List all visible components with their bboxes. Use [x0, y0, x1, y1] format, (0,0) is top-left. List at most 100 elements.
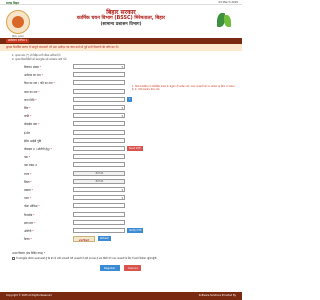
- form-row: पिनकोड *: [0, 211, 242, 219]
- gov-title: बिहार सरकार: [106, 9, 136, 16]
- verify-otp-button[interactable]: Verify OTP: [127, 228, 144, 233]
- field-label-text: पिता का नाम / पति का नाम: [24, 81, 53, 86]
- send-otp-button[interactable]: Send OTP: [127, 146, 143, 151]
- field-label: कैप्चा *: [24, 237, 32, 241]
- department-subtitle: (सामान्य प्रशासन विभाग): [100, 22, 142, 27]
- text-field[interactable]: [73, 203, 125, 209]
- copyright: Copyright © 2025 All Rights Reserved: [6, 294, 52, 297]
- form-row: आवेदक का नाम *: [0, 72, 242, 79]
- field-label-text: पता लाइन 2: [24, 163, 38, 168]
- declaration-question: अपना विवरण (एक निर्मित वचन) *: [12, 252, 46, 255]
- text-field[interactable]: [73, 162, 125, 168]
- field-label: मोबाईल नंबर *: [24, 122, 39, 126]
- text-field[interactable]: [73, 137, 125, 143]
- form-row: ग्राम/नगर *: [0, 219, 242, 227]
- form-row: मोबाइल नं. (ओटीपी हेतु) * Send OTP: [0, 146, 242, 153]
- required-marker: *: [40, 73, 43, 78]
- text-field[interactable]: [73, 154, 125, 160]
- text-field[interactable]: [73, 228, 125, 233]
- form-actions: Register Cancel: [0, 265, 242, 273]
- text-field[interactable]: [73, 129, 125, 135]
- required-marker: *: [28, 106, 31, 110]
- field-label: ई-मेल: [24, 131, 30, 135]
- form-row: पोस्ट ऑफिस *: [0, 203, 242, 210]
- green-leaf-logo-icon: [214, 11, 234, 31]
- form-row: जन्म तिथि *?: [0, 96, 242, 104]
- select-field[interactable]: [73, 64, 125, 69]
- field-label: पिनकोड *: [24, 213, 35, 217]
- captcha-refresh-button[interactable]: Refresh: [98, 236, 112, 242]
- form-row: जिला * BIHAR: [0, 178, 242, 186]
- form-row: मोबाईल नंबर *: [0, 121, 242, 128]
- form-row: ईमेल आईडी पुष्टि: [0, 137, 242, 145]
- required-marker: *: [37, 122, 40, 127]
- field-label: जन्म तिथि *: [24, 98, 37, 102]
- text-field[interactable]: [73, 211, 125, 217]
- required-marker: *: [29, 171, 32, 176]
- field-label: मोबाइल नं. (ओटीपी हेतु) *: [24, 147, 52, 151]
- text-field[interactable]: [73, 96, 125, 102]
- field-label: प्रखण्ड *: [24, 188, 33, 192]
- form-row: ओटीपी * Verify OTP: [0, 228, 242, 235]
- required-marker: *: [38, 65, 41, 69]
- field-label: ओटीपी *: [24, 229, 34, 233]
- cancel-button[interactable]: Cancel: [124, 265, 142, 271]
- required-marker: *: [27, 155, 31, 160]
- field-label: ग्राम/नगर *: [24, 221, 36, 225]
- declaration-section: अपना विवरण (एक निर्मित वचन) * मैं शपथपूर…: [12, 252, 234, 260]
- instruction-item: 2. कृपया दिशानिर्देशों को ध्यानपूर्वक पढ…: [12, 58, 67, 61]
- notice-banner: कृपया निर्धारित प्रारूप में सम्पूर्ण जान…: [0, 44, 242, 51]
- register-button[interactable]: Register: [100, 265, 120, 271]
- form-row: थाना *: [0, 195, 242, 202]
- required-marker: *: [29, 114, 32, 119]
- form-row: प्रखण्ड *: [0, 187, 242, 194]
- form-row: पता *: [0, 154, 242, 161]
- required-marker: *: [29, 237, 32, 242]
- field-label: पिता का नाम / पति का नाम *: [24, 81, 55, 85]
- text-field[interactable]: [73, 219, 125, 225]
- field-label: आवेदक का नाम *: [24, 73, 43, 77]
- captcha-image: 2ef9a0: [73, 236, 95, 243]
- form-row: कैप्चा * 2ef9a0 Refresh: [0, 236, 242, 243]
- field-label: थाना *: [24, 196, 31, 200]
- required-marker: *: [32, 212, 35, 217]
- form-row: पता लाइन 2: [0, 162, 242, 169]
- select-field[interactable]: [73, 187, 125, 192]
- nav-registration[interactable]: उम्मीदवार पंजीयन ▾: [6, 39, 29, 43]
- text-field[interactable]: [73, 72, 125, 78]
- field-label: पता *: [24, 155, 30, 159]
- form-row: लिंग *: [0, 105, 242, 112]
- field-label-text: प्रखण्ड: [24, 188, 31, 192]
- field-label-text: पोस्ट ऑफिस: [24, 204, 38, 209]
- field-label-text: माता का नाम: [24, 89, 38, 94]
- required-marker: *: [34, 97, 37, 102]
- field-label: लिंग *: [24, 106, 31, 110]
- text-field[interactable]: [73, 146, 125, 151]
- select-field[interactable]: [73, 195, 125, 201]
- text-field[interactable]: [73, 88, 125, 94]
- field-label-text: जन्म तिथि: [24, 97, 35, 102]
- side-note: 1. विज्ञापन/प्रक्रिया में उल्लिखित पात्र…: [132, 85, 235, 92]
- text-field: BIHAR: [73, 178, 125, 184]
- required-marker: *: [49, 147, 52, 151]
- required-marker: *: [37, 89, 40, 94]
- text-field: BIHAR: [73, 170, 125, 176]
- text-field[interactable]: [73, 80, 125, 86]
- field-label: विज्ञापन संख्या *: [24, 65, 41, 69]
- text-field[interactable]: [73, 121, 125, 127]
- current-date: 03 March 2025: [218, 1, 238, 4]
- declaration-text: मैं शपथपूर्वक घोषणा करता/करती हूँ कि दी …: [16, 256, 157, 260]
- instructions: 1. कृपया स्टार (*) से चिह्नित सभी फील्ड …: [12, 54, 232, 62]
- form-row: विज्ञापन संख्या *: [0, 64, 242, 71]
- field-label-text: मोबाइल नं. (ओटीपी हेतु): [24, 147, 50, 151]
- field-label-text: विज्ञापन संख्या: [24, 65, 39, 69]
- required-marker: *: [28, 196, 32, 201]
- select-field[interactable]: [73, 105, 125, 110]
- required-marker: *: [31, 229, 34, 233]
- footer-credit: Software Solutions Provided By: [198, 294, 236, 297]
- field-label: पोस्ट ऑफिस *: [24, 204, 40, 208]
- field-label-text: पिनकोड: [24, 212, 33, 217]
- select-field[interactable]: [73, 113, 125, 119]
- dob-help-button[interactable]: ?: [127, 96, 133, 102]
- declaration-checkbox[interactable]: [12, 257, 15, 260]
